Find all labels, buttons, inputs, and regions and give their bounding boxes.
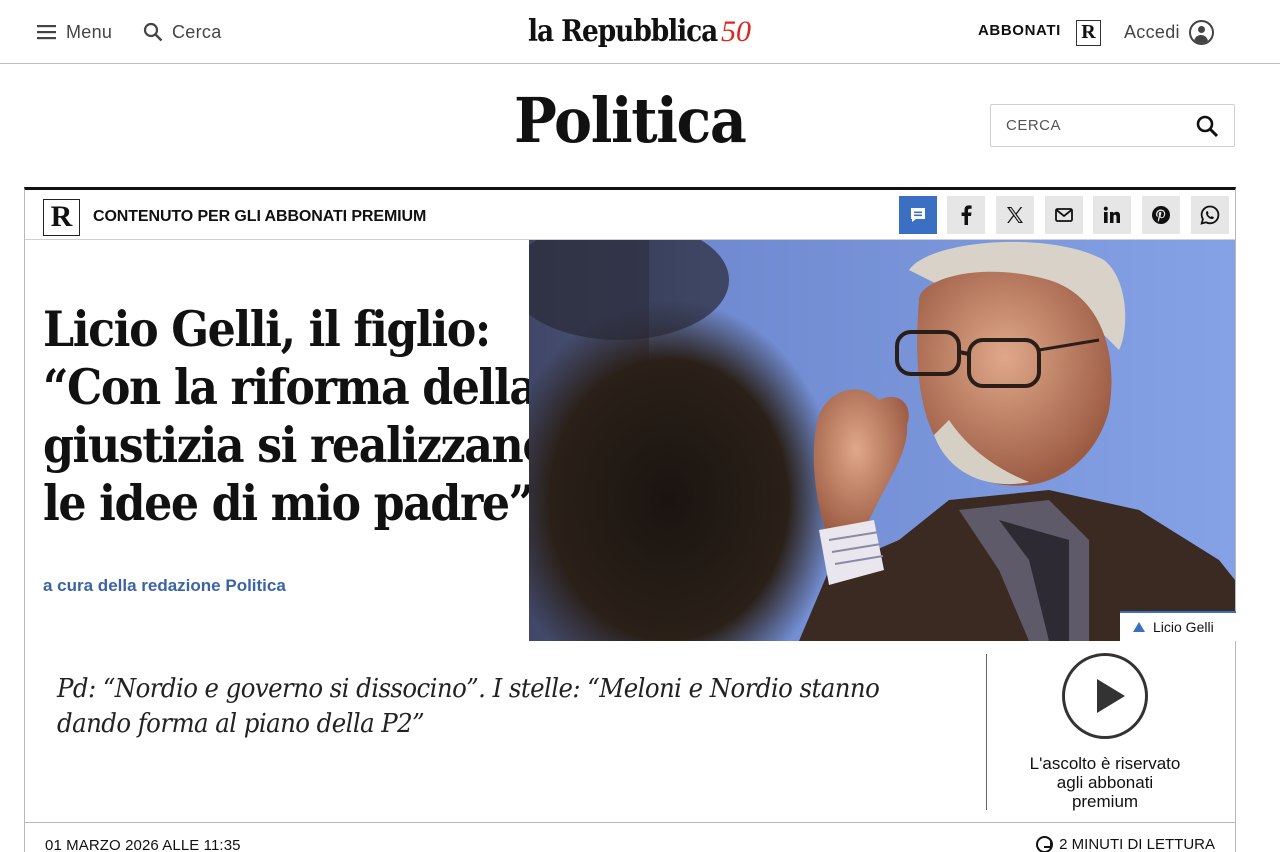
clock-icon [1036, 836, 1054, 852]
audio-note-line: L'ascolto è riservato [1029, 754, 1181, 773]
login-button[interactable]: Accedi [1124, 19, 1214, 45]
audio-play-button[interactable] [1062, 653, 1148, 739]
portrait-illustration [529, 240, 1235, 641]
article-toolbar: R CONTENUTO PER GLI ABBONATI PREMIUM [25, 190, 1235, 240]
headline-line: giustizia si realizzano [43, 416, 552, 474]
publish-date: 01 MARZO 2026 ALLE 11:35 [45, 837, 241, 852]
summary-line: dando forma al piano della P2” [57, 709, 425, 739]
photo-caption[interactable]: Licio Gelli [1120, 611, 1236, 641]
login-label: Accedi [1124, 21, 1180, 42]
search-label: Cerca [172, 21, 222, 42]
article-meta-bar: 01 MARZO 2026 ALLE 11:35 2 MINUTI DI LET… [25, 822, 1235, 852]
caption-text: Licio Gelli [1153, 619, 1214, 635]
caption-toggle-icon [1133, 622, 1145, 632]
premium-content-label: CONTENUTO PER GLI ABBONATI PREMIUM [93, 208, 427, 225]
headline-line: “Con la riforma della [43, 358, 538, 416]
premium-badge: R [43, 199, 80, 236]
audio-note-line: agli abbonati [1056, 773, 1154, 792]
reading-time: 2 MINUTI DI LETTURA [1036, 836, 1215, 852]
article-photo[interactable] [529, 240, 1235, 641]
reading-time-label: 2 MINUTI DI LETTURA [1059, 836, 1215, 852]
search-button[interactable]: Cerca [143, 20, 222, 44]
audio-premium-note: L'ascolto è riservato agli abbonati prem… [1015, 754, 1195, 811]
play-icon [1097, 679, 1125, 713]
share-x-button[interactable] [996, 196, 1034, 234]
comments-button[interactable] [899, 196, 937, 234]
share-whatsapp-button[interactable] [1191, 196, 1229, 234]
search-icon [143, 22, 163, 42]
x-icon [1007, 207, 1023, 223]
user-account-icon [1188, 19, 1214, 45]
linkedin-icon [1103, 206, 1120, 223]
share-email-button[interactable] [1045, 196, 1083, 234]
summary-divider [986, 654, 987, 810]
search-icon[interactable] [1196, 115, 1218, 137]
share-facebook-button[interactable] [947, 196, 985, 234]
headline-line: Licio Gelli, il figlio: [43, 300, 491, 358]
share-pinterest-button[interactable] [1142, 196, 1180, 234]
menu-button[interactable]: Menu [37, 20, 112, 44]
whatsapp-icon [1200, 205, 1220, 225]
menu-label: Menu [66, 21, 113, 42]
logo-anniversary-mark: 50 [720, 15, 751, 48]
mail-icon [1055, 208, 1073, 222]
top-navigation-bar: Menu Cerca la Repubblica 50 ABBONATI R A… [0, 0, 1280, 64]
section-search-box [990, 104, 1235, 147]
summary-line: Pd: “Nordio e governo si dissocino”. I s… [57, 674, 880, 704]
comment-icon [911, 208, 925, 222]
repubblica-logo[interactable]: la Repubblica 50 [528, 10, 751, 54]
logo-wordmark: la Repubblica [528, 14, 718, 49]
hamburger-icon [37, 25, 56, 40]
article-card: R CONTENUTO PER GLI ABBONATI PREMIUM Lic… [24, 187, 1236, 852]
subscribe-link[interactable]: ABBONATI [978, 22, 1061, 39]
premium-r-icon[interactable]: R [1076, 20, 1101, 46]
section-search-input[interactable] [1006, 117, 1196, 134]
article-summary: Pd: “Nordio e governo si dissocino”. I s… [57, 672, 957, 742]
pinterest-icon [1152, 206, 1170, 224]
audio-note-line: premium [1071, 792, 1139, 811]
article-byline[interactable]: a cura della redazione Politica [43, 576, 286, 596]
facebook-icon [961, 205, 972, 225]
headline-line: le idee di mio padre” [43, 474, 534, 532]
share-linkedin-button[interactable] [1093, 196, 1131, 234]
article-headline: Licio Gelli, il figlio: “Con la riforma … [43, 300, 552, 532]
